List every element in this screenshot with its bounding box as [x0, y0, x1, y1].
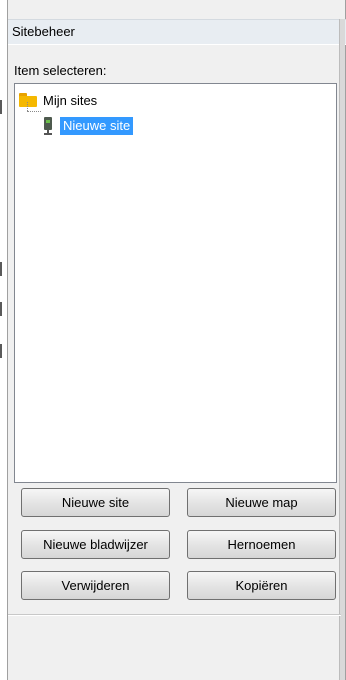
tree-connector [27, 111, 41, 112]
site-manager-dialog: Sitebeheer Item selecteren: Mijn sites N… [7, 0, 346, 680]
tree-item-label: Mijn sites [43, 92, 98, 108]
rename-button[interactable]: Hernoemen [187, 530, 336, 559]
dialog-right-edge [339, 19, 345, 680]
divider [8, 615, 341, 616]
new-site-button[interactable]: Nieuwe site [21, 488, 170, 517]
title-bar: Sitebeheer [8, 19, 346, 45]
window-title: Sitebeheer [12, 24, 75, 39]
server-icon [43, 117, 53, 135]
new-bookmark-button[interactable]: Nieuwe bladwijzer [21, 530, 170, 559]
site-tree[interactable]: Mijn sites Nieuwe site [14, 83, 337, 483]
delete-button[interactable]: Verwijderen [21, 571, 170, 600]
copy-button[interactable]: Kopiëren [187, 571, 336, 600]
tree-item-my-sites[interactable]: Mijn sites [19, 91, 97, 109]
folder-icon [19, 93, 37, 107]
background-window-edge [0, 0, 7, 680]
new-folder-button[interactable]: Nieuwe map [187, 488, 336, 517]
tree-item-new-site[interactable]: Nieuwe site [43, 117, 134, 135]
tree-item-label: Nieuwe site [60, 117, 134, 135]
tree-connector [27, 102, 28, 111]
select-item-label: Item selecteren: [14, 63, 107, 78]
